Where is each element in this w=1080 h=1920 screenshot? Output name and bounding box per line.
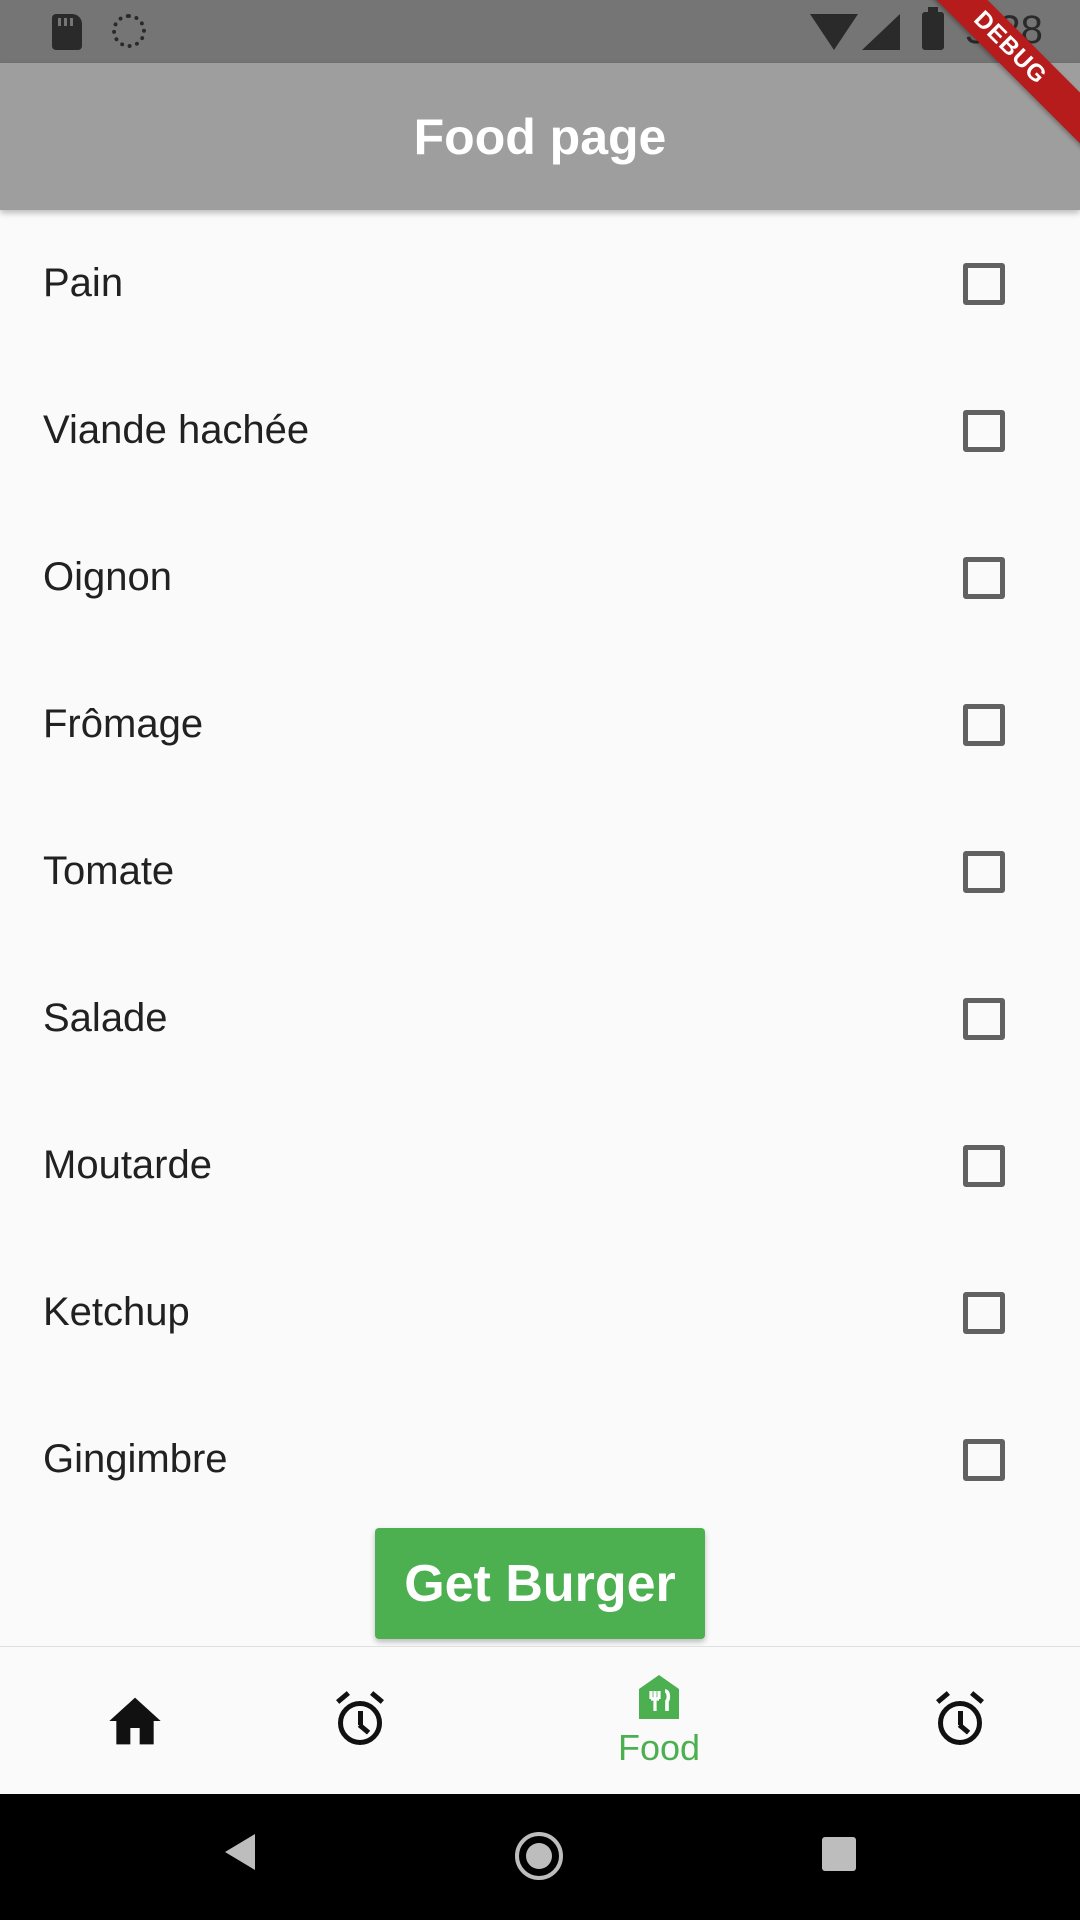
ingredient-checkbox[interactable] xyxy=(963,1144,1005,1187)
ingredient-row-viande-hachee[interactable]: Viande hachée xyxy=(0,357,1080,504)
ingredient-row-salade[interactable]: Salade xyxy=(0,945,1080,1092)
ingredient-row-oignon[interactable]: Oignon xyxy=(0,504,1080,651)
system-navigation-bar xyxy=(0,1794,1080,1920)
nav-item-alarm[interactable] xyxy=(225,1647,495,1795)
ingredient-row-ketchup[interactable]: Ketchup xyxy=(0,1239,1080,1386)
ingredient-checkbox[interactable] xyxy=(963,409,1005,452)
restaurant-icon xyxy=(639,1675,679,1719)
ingredient-checkbox[interactable] xyxy=(963,703,1005,746)
ingredient-label: Moutarde xyxy=(43,1143,212,1187)
nav-item-food[interactable]: Food xyxy=(524,1647,794,1795)
ingredient-checkbox[interactable] xyxy=(963,556,1005,599)
status-bar: 5:28 xyxy=(0,0,1080,63)
ingredient-label: Ketchup xyxy=(43,1290,190,1334)
get-burger-button[interactable]: Get Burger xyxy=(375,1528,705,1639)
ingredient-list: Pain Viande hachée Oignon Frômage Tomate… xyxy=(0,210,1080,1533)
nav-label-food: Food xyxy=(617,1727,701,1768)
ingredient-row-gingimbre[interactable]: Gingimbre xyxy=(0,1386,1080,1533)
ingredient-checkbox[interactable] xyxy=(963,850,1005,893)
ingredient-row-tomate[interactable]: Tomate xyxy=(0,798,1080,945)
alarm-icon xyxy=(934,1691,986,1747)
ingredient-label: Tomate xyxy=(43,849,175,893)
nav-item-alarm-2[interactable] xyxy=(825,1647,1080,1795)
ingredient-row-pain[interactable]: Pain xyxy=(0,210,1080,357)
ingredient-checkbox[interactable] xyxy=(963,262,1005,305)
page-title: Food page xyxy=(413,108,667,165)
home-circle-icon[interactable] xyxy=(515,1832,563,1880)
alarm-icon xyxy=(334,1691,386,1747)
ingredient-label: Viande hachée xyxy=(43,408,310,452)
sd-card-icon xyxy=(52,14,82,50)
bottom-navigation: Food xyxy=(0,1646,1080,1795)
ingredient-label: Salade xyxy=(43,996,168,1040)
recents-icon[interactable] xyxy=(822,1837,856,1871)
back-icon[interactable] xyxy=(225,1834,255,1870)
ingredient-row-fromage[interactable]: Frômage xyxy=(0,651,1080,798)
ingredient-checkbox[interactable] xyxy=(963,997,1005,1040)
ingredient-label: Frômage xyxy=(43,702,204,746)
ingredient-label: Pain xyxy=(43,261,124,305)
ingredient-label: Oignon xyxy=(43,555,172,599)
ingredient-checkbox[interactable] xyxy=(963,1438,1005,1481)
ingredient-row-moutarde[interactable]: Moutarde xyxy=(0,1092,1080,1239)
sync-icon xyxy=(112,14,146,48)
battery-icon xyxy=(922,7,944,50)
signal-icon xyxy=(862,14,900,50)
ingredient-checkbox[interactable] xyxy=(963,1291,1005,1334)
home-icon xyxy=(109,1697,161,1745)
app-bar: Food page xyxy=(0,63,1080,210)
wifi-icon xyxy=(810,14,858,50)
ingredient-label: Gingimbre xyxy=(43,1437,228,1481)
